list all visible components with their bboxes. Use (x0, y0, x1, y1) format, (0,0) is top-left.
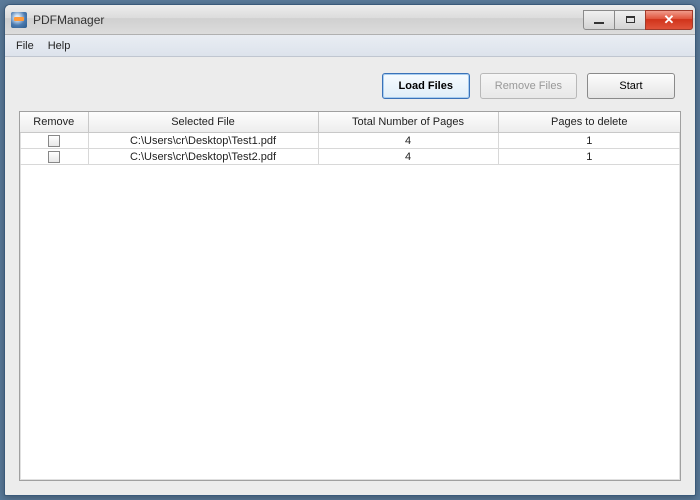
java-app-icon (11, 12, 27, 28)
cell-remove[interactable] (20, 149, 88, 165)
cell-pages[interactable]: 4 (318, 133, 498, 149)
table-header-row: Remove Selected File Total Number of Pag… (20, 112, 680, 133)
cell-pages[interactable]: 4 (318, 149, 498, 165)
cell-remove[interactable] (20, 133, 88, 149)
titlebar[interactable]: PDFManager ✕ (5, 5, 695, 35)
menu-help[interactable]: Help (41, 38, 78, 54)
table-row[interactable]: C:\Users\cr\Desktop\Test2.pdf 4 1 (20, 149, 680, 165)
file-table: Remove Selected File Total Number of Pag… (20, 112, 680, 165)
window-title: PDFManager (33, 13, 584, 27)
col-header-file[interactable]: Selected File (88, 112, 318, 133)
content-area: Load Files Remove Files Start Remove Sel… (5, 57, 695, 495)
menu-file[interactable]: File (9, 38, 41, 54)
checkbox-icon[interactable] (48, 135, 60, 147)
close-button[interactable]: ✕ (645, 10, 693, 30)
menubar: File Help (5, 35, 695, 57)
app-window: PDFManager ✕ File Help Load Files Remove… (4, 4, 696, 496)
cell-delete[interactable]: 1 (498, 133, 680, 149)
minimize-icon (594, 22, 604, 24)
maximize-icon (626, 16, 635, 23)
toolbar: Load Files Remove Files Start (19, 67, 681, 111)
close-icon: ✕ (664, 13, 675, 26)
minimize-button[interactable] (583, 10, 615, 30)
col-header-delete[interactable]: Pages to delete (498, 112, 680, 133)
cell-file[interactable]: C:\Users\cr\Desktop\Test1.pdf (88, 133, 318, 149)
remove-files-button[interactable]: Remove Files (480, 73, 577, 99)
file-table-container: Remove Selected File Total Number of Pag… (19, 111, 681, 481)
col-header-pages[interactable]: Total Number of Pages (318, 112, 498, 133)
cell-delete[interactable]: 1 (498, 149, 680, 165)
load-files-button[interactable]: Load Files (382, 73, 470, 99)
col-header-remove[interactable]: Remove (20, 112, 88, 133)
checkbox-icon[interactable] (48, 151, 60, 163)
cell-file[interactable]: C:\Users\cr\Desktop\Test2.pdf (88, 149, 318, 165)
window-controls: ✕ (584, 10, 693, 30)
start-button[interactable]: Start (587, 73, 675, 99)
maximize-button[interactable] (614, 10, 646, 30)
table-row[interactable]: C:\Users\cr\Desktop\Test1.pdf 4 1 (20, 133, 680, 149)
